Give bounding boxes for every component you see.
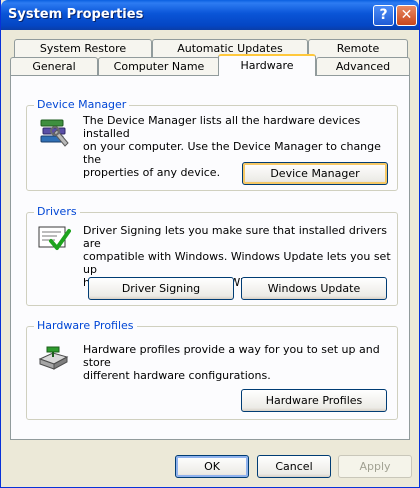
apply-button[interactable]: Apply	[338, 455, 412, 478]
close-button[interactable]: ✕	[396, 5, 417, 26]
device-manager-icon	[37, 116, 71, 152]
desc-line: Driver Signing lets you make sure that i…	[83, 224, 387, 250]
device-manager-group: Device Manager The Device Manager lists …	[26, 98, 398, 191]
system-properties-window: System Properties ? ✕ System Restore Aut…	[0, 0, 420, 488]
desc-line: Hardware profiles provide a way for you …	[83, 343, 380, 369]
ok-button[interactable]: OK	[175, 455, 249, 478]
desc-line: The Device Manager lists all the hardwar…	[83, 114, 361, 140]
tab-computer-name[interactable]: Computer Name	[98, 57, 220, 76]
tab-general[interactable]: General	[10, 57, 98, 76]
hardware-tab-panel: Device Manager The Device Manager lists …	[10, 75, 410, 440]
hardware-profiles-group: Hardware Profiles Hardware profiles prov…	[26, 319, 398, 420]
tab-remote[interactable]: Remote	[308, 39, 408, 58]
help-button[interactable]: ?	[373, 5, 394, 26]
tab-system-restore[interactable]: System Restore	[14, 39, 152, 58]
desc-line: compatible with Windows. Windows Update …	[83, 250, 391, 276]
hardware-profiles-button[interactable]: Hardware Profiles	[241, 389, 387, 412]
desc-line: different hardware configurations.	[83, 369, 271, 382]
hardware-profiles-icon	[37, 341, 71, 377]
hardware-profiles-description: Hardware profiles provide a way for you …	[83, 343, 397, 382]
tab-advanced[interactable]: Advanced	[316, 57, 410, 76]
title-bar[interactable]: System Properties ? ✕	[1, 0, 419, 30]
drivers-group-label: Drivers	[34, 205, 80, 218]
driver-signing-icon	[37, 223, 71, 259]
cancel-button[interactable]: Cancel	[257, 455, 331, 478]
device-manager-group-label: Device Manager	[34, 98, 130, 111]
windows-update-button[interactable]: Windows Update	[241, 277, 387, 300]
hardware-profiles-group-label: Hardware Profiles	[34, 319, 137, 332]
device-manager-button[interactable]: Device Manager	[242, 162, 388, 185]
driver-signing-button[interactable]: Driver Signing	[88, 277, 234, 300]
window-title: System Properties	[8, 7, 144, 22]
drivers-group: Drivers Driver Signing lets you make sur…	[26, 205, 398, 306]
tab-hardware[interactable]: Hardware	[218, 54, 316, 76]
